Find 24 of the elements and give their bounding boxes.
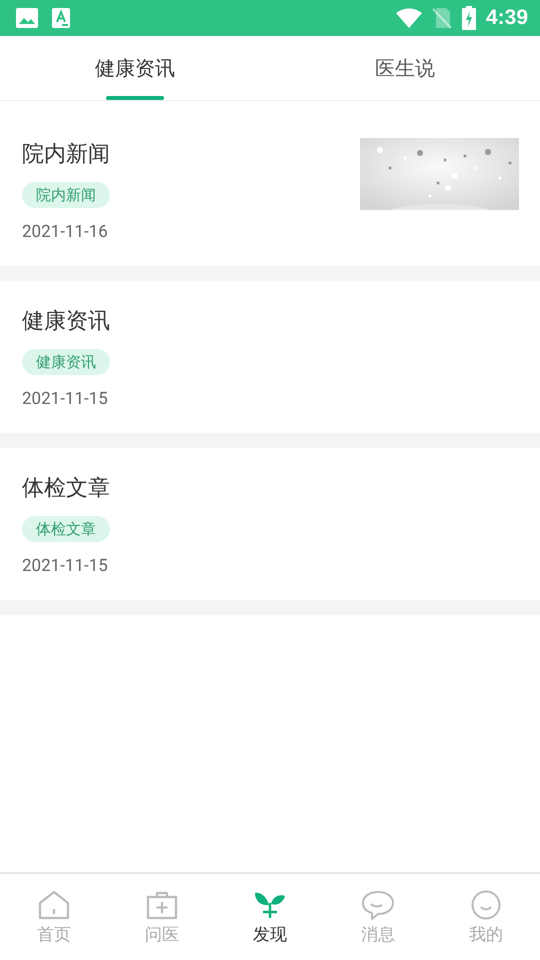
sprout-icon xyxy=(254,890,286,920)
smiley-icon xyxy=(470,890,502,920)
publish-date: 2021-11-15 xyxy=(22,389,108,409)
tab[interactable]: 医生说 xyxy=(270,36,540,100)
clock-time: 4:39 xyxy=(486,6,528,30)
publish-date: 2021-11-15 xyxy=(22,556,108,576)
category-tag: 体检文章 xyxy=(22,516,110,542)
home-icon xyxy=(38,890,70,920)
tab[interactable]: 健康资讯 xyxy=(0,36,270,100)
category-tag: 健康资讯 xyxy=(22,349,110,375)
publish-date: 2021-11-16 xyxy=(22,222,108,242)
wifi-icon xyxy=(396,8,422,28)
medical-kit-icon xyxy=(146,890,178,920)
category-tag: 院内新闻 xyxy=(22,182,110,208)
article-title[interactable]: 体检文章 xyxy=(22,474,110,504)
battery-charging-icon xyxy=(462,6,476,30)
chat-bubble-icon xyxy=(362,890,394,920)
article-title[interactable]: 院内新闻 xyxy=(22,140,110,170)
image-icon xyxy=(16,8,38,28)
article-title[interactable]: 健康资讯 xyxy=(22,307,110,337)
app-notification-icon xyxy=(52,8,70,28)
nav-item[interactable]: 发现 xyxy=(216,874,324,960)
tab-indicator xyxy=(106,96,164,100)
no-sim-icon xyxy=(432,7,452,29)
